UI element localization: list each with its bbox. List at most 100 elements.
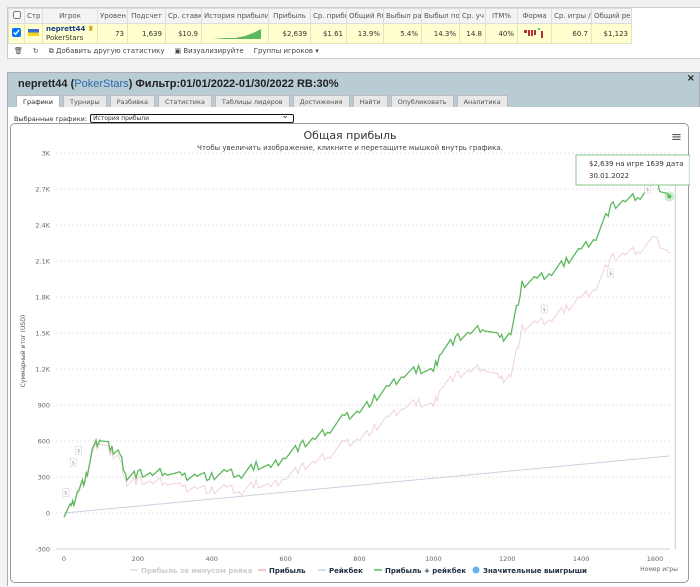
avg-profit: $1.61 [310,23,347,44]
column-header[interactable]: Общий рей [591,8,632,24]
tab-7[interactable]: Опубликовать [390,95,454,107]
chart-subtitle: Чтобы увеличить изображение, кликните и … [197,144,503,152]
filter-text: Фильтр:01/01/2022-01/30/2022 RB:30% [135,78,339,90]
column-header[interactable]: Ср. уч [459,8,486,24]
y-tick-label: 600 [38,438,50,446]
column-header[interactable]: Уровен [97,8,128,24]
column-header[interactable]: ITM% [485,8,518,24]
y-tick-label: 2.4K [35,222,50,230]
series-rakeback [63,455,670,514]
legend-swatch [472,566,480,574]
column-header[interactable]: Ср. ставк [165,8,202,24]
roi: 13.9% [346,23,384,44]
x-tick-label: 1400 [573,555,590,563]
column-header[interactable]: Общий ROI [346,8,384,24]
x-tick-label: 1200 [499,555,516,563]
legend-item[interactable]: Значительные выигрыши [483,567,587,575]
series-profit [63,235,670,518]
y-tick-label: -300 [35,546,50,554]
legend-item[interactable]: Прибыль за минусом рейка [141,567,253,575]
flag-icon [24,23,43,44]
column-header[interactable]: Выбыл поздн [421,8,460,24]
y-tick-label: 1.2K [35,366,50,374]
x-tick-label: 200 [132,555,144,563]
y-axis-label: Суммарный итог (USD) [20,315,27,387]
late: 14.3% [421,23,460,44]
form-chart [517,23,552,44]
trash-icon[interactable]: 🗑 [14,47,23,55]
add-stat-label: Добавить другую статистику [56,46,165,55]
y-tick-label: 300 [38,474,50,482]
x-tick-label: 0 [62,555,66,563]
select-all-checkbox[interactable] [12,11,21,19]
column-header[interactable]: Стр [24,8,43,24]
y-tick-label: 1.8K [35,294,50,302]
column-header[interactable]: Ср. прибыл [310,8,347,24]
visualize-label: Визуализируйте [183,47,244,55]
level: 73 [97,23,128,44]
profit-chart[interactable]: Общая прибыль Чтобы увеличить изображение… [11,124,691,584]
itm: 40% [485,23,518,44]
column-header[interactable]: Прибыль [268,8,311,24]
tab-3[interactable]: Статистика [158,95,212,107]
tab-4[interactable]: Таблицы лидеров [214,95,290,107]
row-checkbox[interactable] [12,28,21,37]
column-header[interactable]: История прибыли [201,8,269,24]
table-row[interactable]: neprett44 ♜ PokerStars 73 1,639 $10.9 $2,… [8,23,632,44]
early: 5.4% [383,23,422,44]
avg-entrants: 14.8 [459,23,486,44]
tab-content: Выбранные графики:История прибыли Общая … [8,107,700,587]
avg-stake: $10.9 [165,23,202,44]
stats-table: Стр Игрок Уровен Подсчет Ср. ставк История пр… [8,8,632,44]
big-win-marker-label: $ [64,491,67,497]
visualize-button[interactable]: ▣ Визуализируйте [175,47,244,55]
column-header[interactable]: Игрок [42,8,98,24]
big-win-marker-label: $ [646,187,649,193]
big-win-marker-label: $ [77,449,80,455]
x-tick-label: 600 [279,555,291,563]
chart-select[interactable]: История прибыли [90,111,295,123]
x-tick-label: 400 [206,555,218,563]
big-win-marker-label: $ [609,271,612,277]
profit-sparkline [201,23,269,44]
y-tick-label: 2.1K [35,258,50,266]
player-panel: neprett44 (PokerStars) Фильтр:01/01/2022… [7,72,700,587]
column-header[interactable]: Форма [517,8,552,24]
panel-title: neprett44 (PokerStars) Фильтр:01/01/2022… [18,78,339,90]
menu-icon[interactable]: ≡ [671,130,682,145]
rake: $1,123 [591,23,632,44]
column-header[interactable]: Ср. игры / , [551,8,592,24]
legend-item[interactable]: Рейкбек [329,567,363,575]
x-axis-label: Номер игры [640,566,678,573]
count: 1,639 [127,23,166,44]
add-stat-button[interactable]: ⧉ Добавить другую статистику [49,47,165,56]
tab-6[interactable]: Найти [352,95,388,107]
chart-title: Общая прибыль [304,129,397,142]
tab-1[interactable]: Турниры [63,95,107,107]
column-header[interactable]: Подсчет [127,8,166,24]
y-tick-label: 1.5K [35,330,50,338]
site-link[interactable]: PokerStars [74,78,128,90]
close-icon[interactable]: × [687,73,695,84]
player-groups-dropdown[interactable]: Группы игроков ▾ [254,47,319,55]
player-name: neprett44 [18,78,68,90]
stats-table-box: Стр Игрок Уровен Подсчет Ср. ставк История пр… [7,7,700,59]
tab-8[interactable]: Аналитика [456,95,508,107]
column-header[interactable]: Выбыл рано [383,8,422,24]
tab-5[interactable]: Достижения [292,95,350,107]
y-tick-label: 2.7K [35,186,50,194]
y-tick-label: 0 [46,510,50,518]
x-tick-label: 1600 [647,555,664,563]
x-tick-label: 800 [353,555,365,563]
legend-item[interactable]: Прибыль [269,567,306,575]
tab-0[interactable]: Графики [16,95,61,107]
refresh-icon[interactable]: ↻ [33,47,39,55]
site-name: PokerStars [46,33,84,42]
select-label: Выбранные графики: [14,114,88,123]
tooltip-line2: 30.01.2022 [589,172,629,180]
player-link[interactable]: neprett44 [46,25,85,33]
legend-item[interactable]: Прибыль + рейкбек [385,567,466,575]
x-tick-label: 1000 [425,555,442,563]
tab-2[interactable]: Разбивка [109,95,156,107]
tab-bar: Графики Турниры Разбивка Статистика Таблицы … [16,95,508,107]
